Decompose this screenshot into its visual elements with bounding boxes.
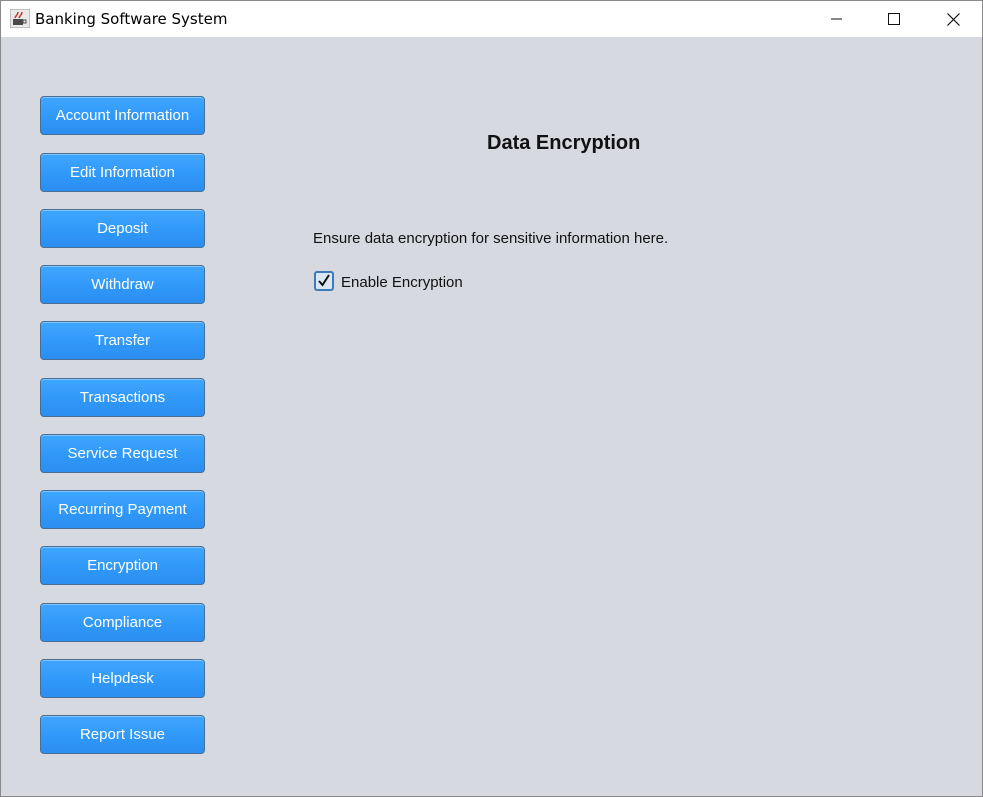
app-window: Banking Software System Account Informat…	[0, 0, 983, 797]
withdraw-button[interactable]: Withdraw	[40, 265, 205, 304]
account-information-button[interactable]: Account Information	[40, 96, 205, 135]
minimize-icon	[831, 18, 842, 20]
panel-description: Ensure data encryption for sensitive inf…	[313, 230, 669, 247]
java-coffee-icon	[10, 9, 30, 28]
close-button[interactable]	[930, 1, 976, 37]
window-title: Banking Software System	[35, 10, 228, 28]
transfer-button[interactable]: Transfer	[40, 321, 205, 360]
compliance-button[interactable]: Compliance	[40, 603, 205, 642]
close-icon	[946, 12, 960, 26]
report-issue-button[interactable]: Report Issue	[40, 715, 205, 754]
helpdesk-button[interactable]: Helpdesk	[40, 659, 205, 698]
transactions-button[interactable]: Transactions	[40, 378, 205, 417]
enable-encryption-checkbox[interactable]	[314, 271, 334, 291]
panel-title: Data Encryption	[487, 132, 641, 154]
maximize-icon	[888, 13, 900, 25]
service-request-button[interactable]: Service Request	[40, 434, 205, 473]
title-bar: Banking Software System	[1, 1, 982, 37]
checkmark-icon	[318, 274, 330, 287]
enable-encryption-label[interactable]: Enable Encryption	[341, 274, 463, 291]
maximize-button[interactable]	[871, 1, 917, 37]
deposit-button[interactable]: Deposit	[40, 209, 205, 248]
minimize-button[interactable]	[814, 1, 860, 37]
edit-information-button[interactable]: Edit Information	[40, 153, 205, 192]
encryption-button[interactable]: Encryption	[40, 546, 205, 585]
recurring-payment-button[interactable]: Recurring Payment	[40, 490, 205, 529]
